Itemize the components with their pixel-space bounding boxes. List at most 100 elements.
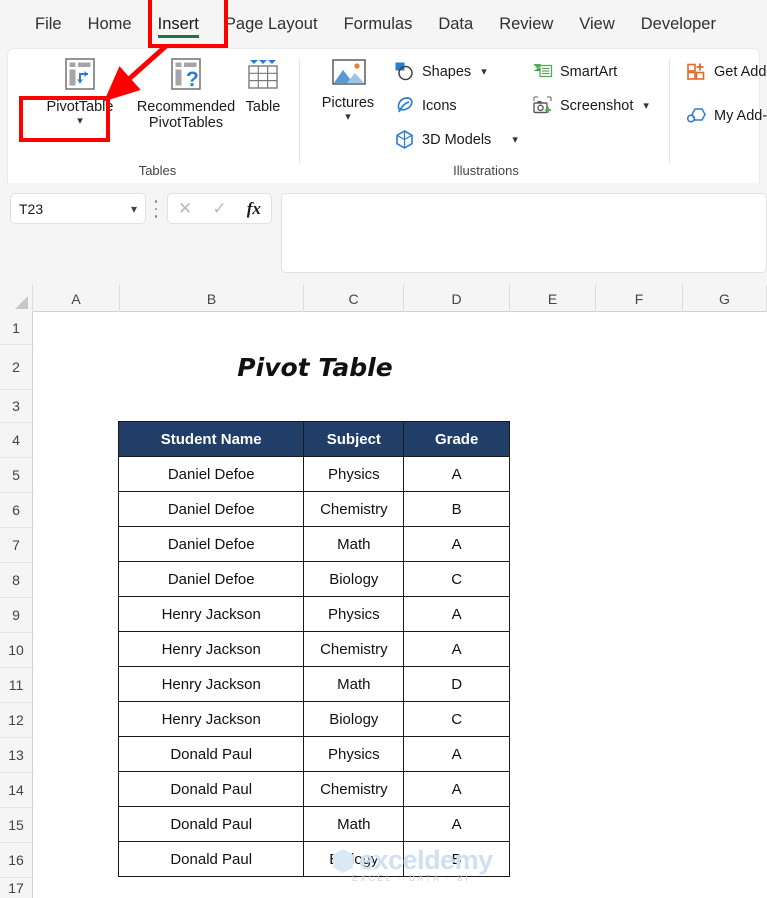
row-header-5[interactable]: 5 (0, 458, 33, 493)
cell-subject[interactable]: Biology (303, 561, 405, 597)
row-header-10[interactable]: 10 (0, 633, 33, 668)
row-header-11[interactable]: 11 (0, 668, 33, 703)
cell-subject[interactable]: Math (303, 806, 405, 842)
recommended-pivottables-button[interactable]: ? Recommended PivotTables (132, 55, 240, 131)
table-row[interactable]: Henry Jackson Biology C (117, 701, 510, 737)
row-header-17[interactable]: 17 (0, 878, 33, 898)
cell-subject[interactable]: Physics (303, 456, 405, 492)
chevron-down-icon[interactable]: ▾ (643, 99, 649, 112)
table-button[interactable]: Table (226, 55, 300, 115)
table-row[interactable]: Daniel Defoe Biology C (117, 561, 510, 597)
tab-formulas[interactable]: Formulas (331, 9, 426, 40)
formula-input[interactable] (281, 193, 767, 273)
cell-grade[interactable]: A (403, 596, 510, 632)
cell-subject[interactable]: Physics (303, 596, 405, 632)
chevron-down-icon[interactable]: ▾ (345, 112, 351, 123)
pictures-button[interactable]: Pictures ▾ (310, 55, 386, 123)
cell-grade[interactable]: D (403, 666, 510, 702)
tab-review[interactable]: Review (486, 9, 566, 40)
smartart-button[interactable]: SmartArt (532, 61, 617, 82)
name-box[interactable]: T23 ▾ (10, 193, 146, 224)
row-header-9[interactable]: 9 (0, 598, 33, 633)
row-header-16[interactable]: 16 (0, 843, 33, 878)
cell-grade[interactable]: A (403, 771, 510, 807)
table-row[interactable]: Donald Paul Biology B (117, 841, 510, 877)
cell-student-name[interactable]: Donald Paul (117, 771, 305, 807)
table-row[interactable]: Henry Jackson Math D (117, 666, 510, 702)
tab-file[interactable]: File (22, 9, 75, 40)
row-header-3[interactable]: 3 (0, 390, 33, 423)
chevron-down-icon[interactable]: ▾ (512, 133, 518, 146)
cell-subject[interactable]: Math (303, 666, 405, 702)
tab-data[interactable]: Data (425, 9, 486, 40)
cell-grade[interactable]: C (403, 561, 510, 597)
table-row[interactable]: Henry Jackson Chemistry A (117, 631, 510, 667)
get-addins-button[interactable]: Get Add- (686, 61, 767, 82)
cell-subject[interactable]: Chemistry (303, 491, 405, 527)
row-header-4[interactable]: 4 (0, 423, 33, 458)
shapes-button[interactable]: Shapes ▾ (394, 61, 487, 82)
cell-student-name[interactable]: Daniel Defoe (117, 561, 305, 597)
cell-student-name[interactable]: Daniel Defoe (117, 456, 305, 492)
cell-student-name[interactable]: Daniel Defoe (117, 526, 305, 562)
row-header-7[interactable]: 7 (0, 528, 33, 563)
table-row[interactable]: Donald Paul Chemistry A (117, 771, 510, 807)
table-row[interactable]: Donald Paul Physics A (117, 736, 510, 772)
my-addins-button[interactable]: My Add- (686, 105, 767, 126)
row-header-12[interactable]: 12 (0, 703, 33, 738)
table-row[interactable]: Henry Jackson Physics A (117, 596, 510, 632)
cell-student-name[interactable]: Henry Jackson (117, 701, 305, 737)
cell-subject[interactable]: Biology (303, 701, 405, 737)
cell-student-name[interactable]: Henry Jackson (117, 666, 305, 702)
table-row[interactable]: Daniel Defoe Math A (117, 526, 510, 562)
cell-subject[interactable]: Physics (303, 736, 405, 772)
tab-view[interactable]: View (566, 9, 627, 40)
cell-student-name[interactable]: Daniel Defoe (117, 491, 305, 527)
column-header-e[interactable]: E (510, 285, 596, 312)
column-header-g[interactable]: G (683, 285, 767, 312)
column-header-d[interactable]: D (404, 285, 510, 312)
tab-page-layout[interactable]: Page Layout (212, 9, 331, 40)
enter-icon[interactable]: ✓ (212, 199, 226, 219)
column-header-a[interactable]: A (33, 285, 120, 312)
cell-grade[interactable]: B (403, 841, 510, 877)
3d-models-button[interactable]: 3D Models ▾ (394, 129, 518, 150)
tab-developer[interactable]: Developer (628, 9, 729, 40)
row-header-6[interactable]: 6 (0, 493, 33, 528)
column-header-c[interactable]: C (304, 285, 404, 312)
cell-grade[interactable]: A (403, 526, 510, 562)
icons-button[interactable]: Icons (394, 95, 457, 116)
row-header-2[interactable]: 2 (0, 345, 33, 390)
cell-subject[interactable]: Biology (303, 841, 405, 877)
screenshot-button[interactable]: Screenshot ▾ (532, 95, 649, 116)
cell-student-name[interactable]: Donald Paul (117, 806, 305, 842)
cell-student-name[interactable]: Henry Jackson (117, 631, 305, 667)
row-header-14[interactable]: 14 (0, 773, 33, 808)
chevron-down-icon[interactable]: ▾ (481, 65, 487, 78)
row-header-15[interactable]: 15 (0, 808, 33, 843)
cell-grade[interactable]: A (403, 806, 510, 842)
select-all-corner[interactable] (0, 285, 33, 312)
cell-subject[interactable]: Chemistry (303, 631, 405, 667)
row-header-8[interactable]: 8 (0, 563, 33, 598)
cell-grade[interactable]: A (403, 736, 510, 772)
row-header-13[interactable]: 13 (0, 738, 33, 773)
cell-grade[interactable]: A (403, 456, 510, 492)
tab-home[interactable]: Home (75, 9, 145, 40)
cell-grade[interactable]: A (403, 631, 510, 667)
table-row[interactable]: Daniel Defoe Chemistry B (117, 491, 510, 527)
cell-subject[interactable]: Math (303, 526, 405, 562)
cancel-icon[interactable]: ✕ (178, 199, 192, 219)
cell-grade[interactable]: B (403, 491, 510, 527)
formula-bar-handle[interactable] (154, 200, 158, 218)
chevron-down-icon[interactable]: ▾ (131, 202, 137, 216)
column-header-b[interactable]: B (120, 285, 304, 312)
cell-subject[interactable]: Chemistry (303, 771, 405, 807)
column-header-f[interactable]: F (596, 285, 683, 312)
cell-student-name[interactable]: Donald Paul (117, 736, 305, 772)
cell-grade[interactable]: C (403, 701, 510, 737)
insert-function-icon[interactable]: fx (247, 199, 261, 219)
table-row[interactable]: Daniel Defoe Physics A (117, 456, 510, 492)
table-row[interactable]: Donald Paul Math A (117, 806, 510, 842)
cell-student-name[interactable]: Donald Paul (117, 841, 305, 877)
